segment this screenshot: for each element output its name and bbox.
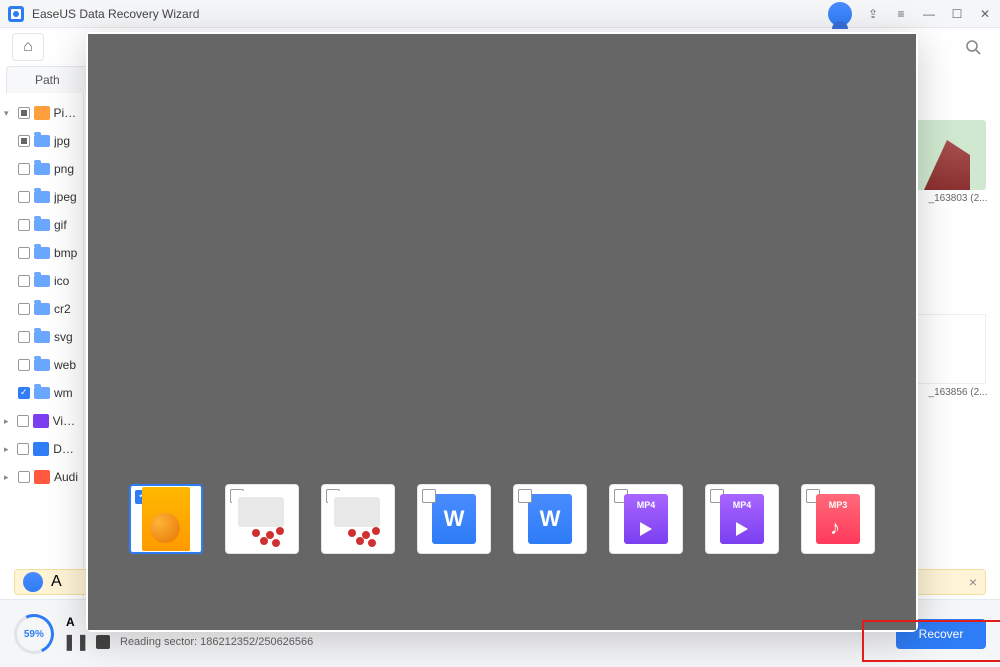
- file-type-icon: W: [528, 494, 572, 544]
- file-type-icon: [328, 491, 388, 547]
- thumbnail-checkbox[interactable]: [422, 489, 436, 503]
- file-type-icon: MP3: [816, 494, 860, 544]
- preview-dialog: Preview IMG_3439 (2023_12_21 06_39_47 UT…: [86, 32, 918, 632]
- thumbnail-checkbox[interactable]: [518, 489, 532, 503]
- file-type-icon: W: [432, 494, 476, 544]
- file-type-icon: [232, 491, 292, 547]
- file-type-icon: [142, 487, 190, 551]
- file-type-icon: MP4: [720, 494, 764, 544]
- file-type-icon: MP4: [624, 494, 668, 544]
